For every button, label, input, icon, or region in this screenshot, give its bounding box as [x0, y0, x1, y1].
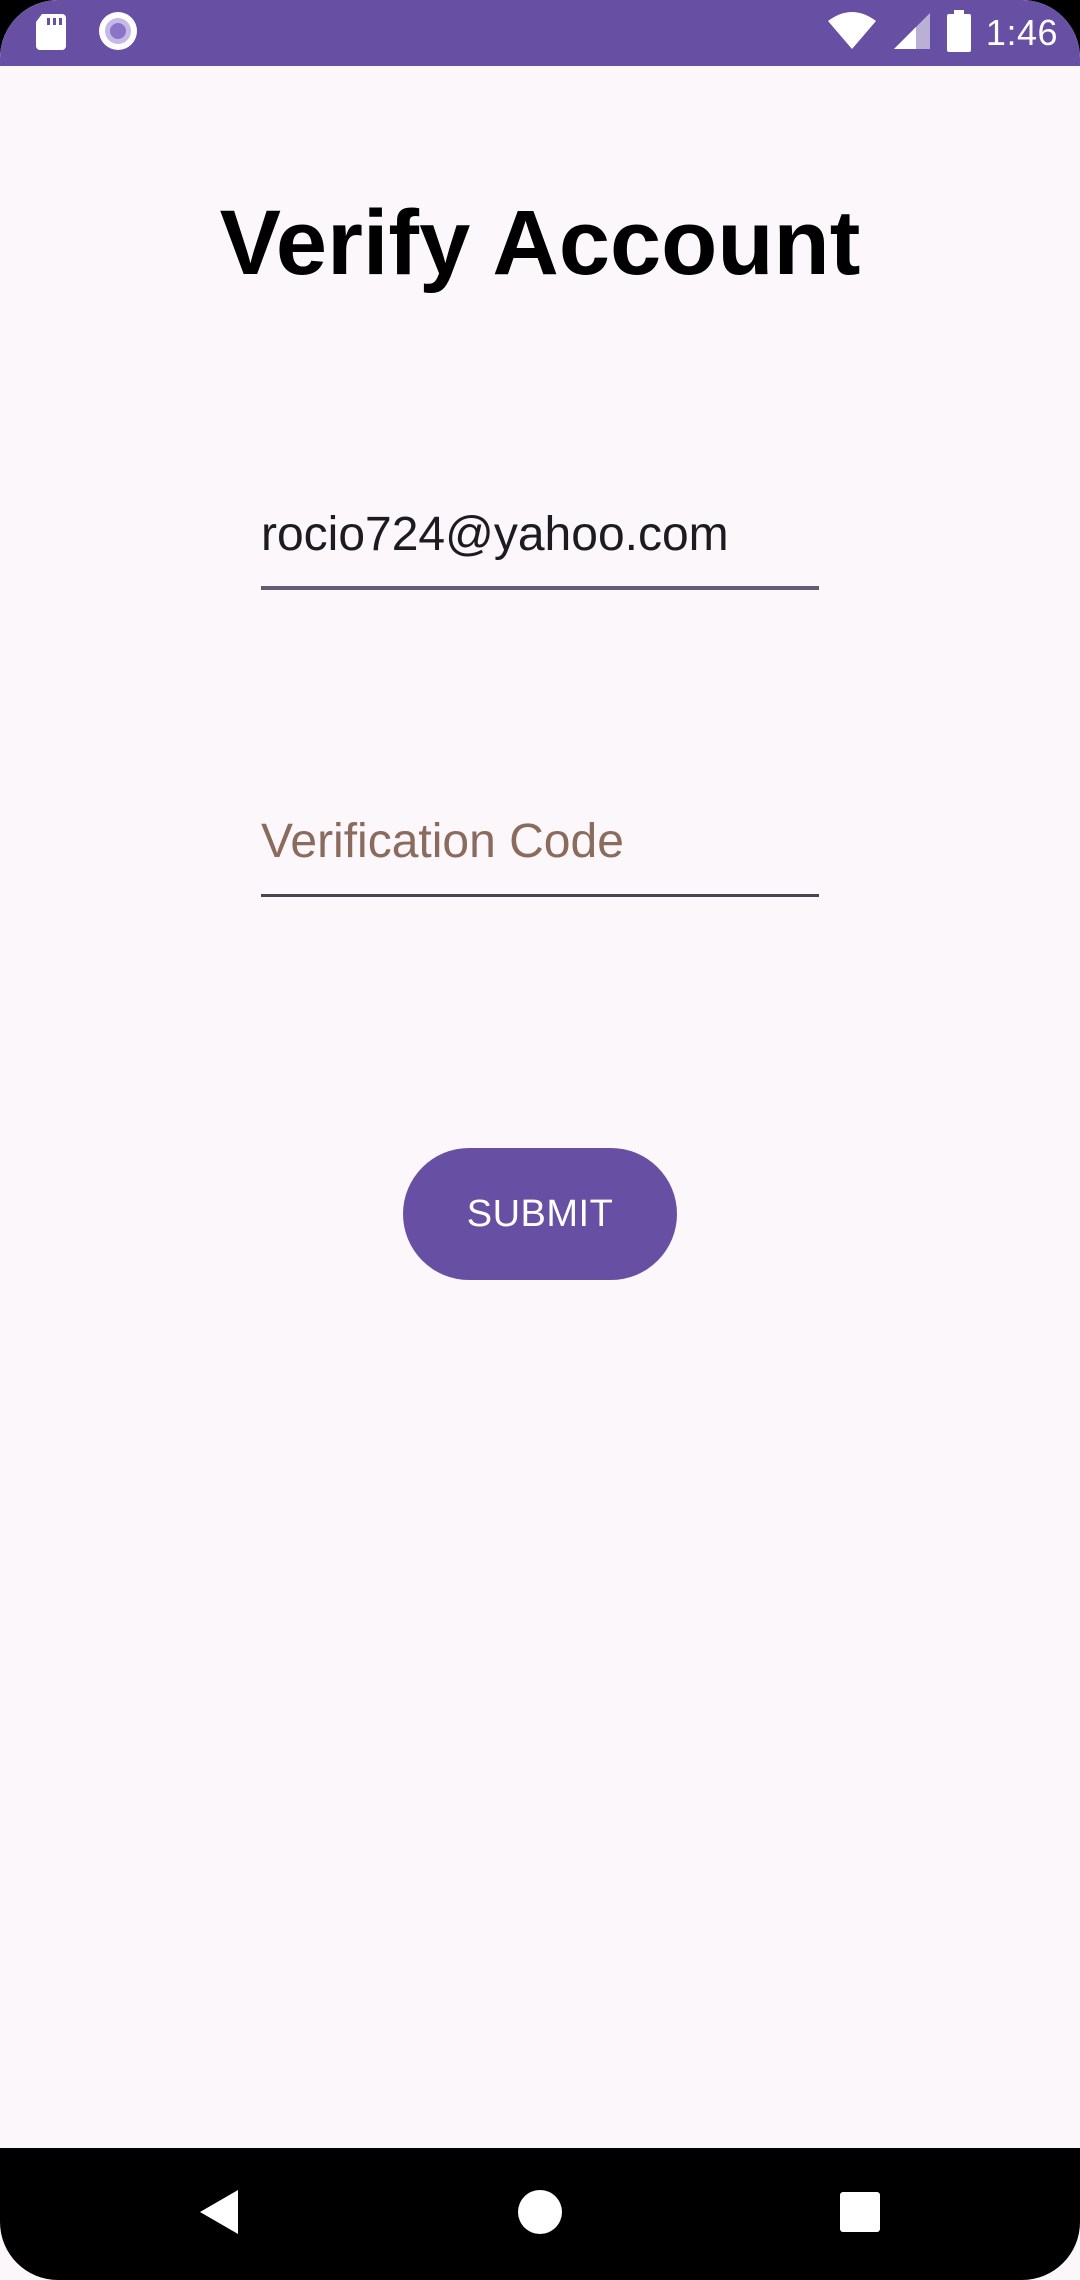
verification-code-placeholder: Verification Code [261, 815, 624, 868]
page-title: Verify Account [219, 192, 861, 294]
wifi-icon [826, 11, 878, 55]
email-field-underline [261, 586, 819, 590]
verification-code-underline [261, 894, 819, 897]
back-button[interactable] [170, 2164, 270, 2264]
back-icon [198, 2188, 242, 2240]
email-field[interactable]: rocio724@yahoo.com [261, 495, 819, 590]
status-right-icons: 1:46 [826, 10, 1058, 56]
recents-button[interactable] [810, 2164, 910, 2264]
status-time: 1:46 [985, 12, 1058, 53]
verify-account-screen: 1:46 Verify Account rocio724@yahoo.com V… [0, 0, 1080, 2280]
home-icon [517, 2189, 563, 2239]
home-button[interactable] [490, 2164, 590, 2264]
recents-icon [839, 2191, 881, 2237]
status-bar: 1:46 [0, 0, 1080, 66]
sd-card-icon [34, 12, 70, 54]
email-field-value: rocio724@yahoo.com [261, 508, 729, 561]
submit-button[interactable]: SUBMIT [403, 1148, 677, 1280]
status-left-icons [34, 10, 138, 56]
battery-icon [946, 10, 972, 56]
navigation-bar [0, 2148, 1080, 2280]
verification-code-field[interactable]: Verification Code [261, 802, 819, 897]
record-icon [98, 11, 138, 55]
signal-icon [892, 11, 932, 55]
